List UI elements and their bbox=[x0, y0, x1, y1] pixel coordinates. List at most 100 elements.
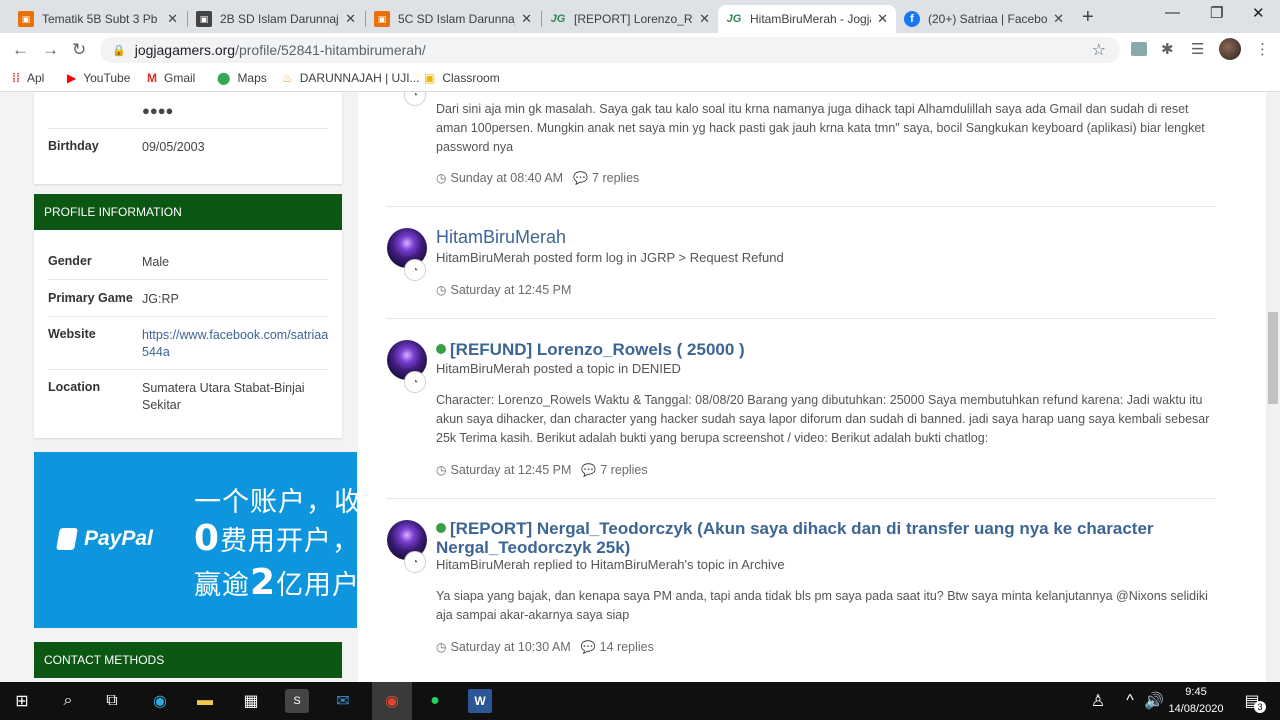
jg-icon: JG bbox=[550, 13, 566, 25]
bookmark-darunnajah[interactable]: ♨ DARUNNAJAH | UJI... bbox=[282, 71, 420, 85]
edge-icon[interactable]: ◉ bbox=[148, 689, 172, 713]
close-icon[interactable]: ✕ bbox=[345, 11, 356, 27]
feed-item: ◔ [REPORT] Nergal_Teodorczyk (Akun saya … bbox=[386, 518, 1216, 682]
windows-start-icon[interactable]: ⊞ bbox=[10, 689, 34, 713]
website-link[interactable]: https://www.facebook.com/satriaa544a bbox=[142, 327, 332, 361]
tab-hitambirumerah[interactable]: JG HitamBiruMerah - Jogja ✕ bbox=[718, 5, 896, 33]
profile-information-header: PROFILE INFORMATION bbox=[34, 194, 342, 230]
feed-item: ◔ HitamBiruMerah HitamBiruMerah posted f… bbox=[386, 226, 1216, 316]
bookmark-star-icon[interactable]: ☆ bbox=[1092, 40, 1106, 60]
close-icon[interactable]: ✕ bbox=[167, 11, 178, 27]
unread-dot-icon bbox=[436, 344, 446, 354]
windows-taskbar: ⊞ ⌕ ⧉ ◉ ▬ ▦ S ✉ ◉ ● W ♙ ^ 🔊 9:45 14/08/2… bbox=[0, 682, 1280, 720]
scrollbar-thumb[interactable] bbox=[1268, 312, 1278, 404]
profile-information-card: Gender Male Primary Game JG:RP Website h… bbox=[34, 230, 342, 438]
show-hidden-icons-icon[interactable]: ^ bbox=[1118, 689, 1142, 713]
chrome-icon[interactable]: ◉ bbox=[372, 682, 412, 720]
comment-badge-icon: ◔ bbox=[404, 259, 426, 281]
maps-pin-icon: ⬤ bbox=[217, 71, 231, 85]
browser-tab-strip: ▣ Tematik 5B Subt 3 Pb 3 - ✕ ▣ 2B SD Isl… bbox=[0, 0, 1280, 33]
timestamp[interactable]: Sunday at 08:40 AM bbox=[450, 171, 563, 185]
feed-item: ◔ Dari sini aja min gk masalah. Saya gak… bbox=[386, 92, 1216, 207]
window-close-icon[interactable]: ✕ bbox=[1252, 4, 1265, 22]
feed-item: ◔ [REFUND] Lorenzo_Rowels ( 25000 ) Hita… bbox=[386, 338, 1216, 488]
comment-badge-icon: ◔ bbox=[404, 92, 426, 106]
url-bar[interactable]: 🔒 jogjagamers.org/profile/52841-hitambir… bbox=[100, 37, 1120, 63]
extensions-puzzle-icon[interactable]: ✱ bbox=[1161, 40, 1174, 58]
contact-methods-header: CONTACT METHODS bbox=[34, 642, 342, 678]
spotify-icon[interactable]: ● bbox=[423, 689, 447, 713]
youtube-icon: ▶ bbox=[67, 71, 77, 85]
paypal-p-icon: P bbox=[56, 528, 78, 550]
clock-time[interactable]: 9:45 bbox=[1166, 686, 1226, 698]
word-icon[interactable]: W bbox=[468, 689, 492, 713]
task-view-icon[interactable]: ⧉ bbox=[100, 689, 124, 713]
paypal-advertisement[interactable]: PPayPal 一个账户，收 0费用开户， 赢逾2亿用户 bbox=[34, 452, 357, 628]
feed-item-title[interactable]: [REFUND] Lorenzo_Rowels ( 25000 ) bbox=[436, 340, 745, 359]
notification-count: 3 bbox=[1254, 701, 1266, 713]
classroom-icon: ▣ bbox=[424, 71, 436, 85]
forward-icon[interactable]: → bbox=[42, 40, 59, 60]
page-scrollbar[interactable] bbox=[1266, 92, 1280, 682]
volume-icon[interactable]: 🔊 bbox=[1142, 689, 1166, 713]
close-icon[interactable]: ✕ bbox=[699, 11, 710, 27]
comment-icon: 💬 bbox=[580, 640, 596, 654]
restore-icon[interactable]: ❐ bbox=[1210, 4, 1223, 22]
profile-avatar[interactable] bbox=[1219, 38, 1241, 60]
bookmark-gmail[interactable]: M Gmail bbox=[147, 71, 195, 85]
reading-list-icon[interactable]: ☰ bbox=[1191, 40, 1204, 58]
address-toolbar: ← → ↻ 🔒 jogjagamers.org/profile/52841-hi… bbox=[0, 33, 1280, 66]
people-icon[interactable]: ♙ bbox=[1086, 689, 1110, 713]
close-icon[interactable]: ✕ bbox=[877, 11, 888, 27]
reply-count: 7 replies bbox=[592, 171, 640, 185]
activity-feed: ◔ Dari sini aja min gk masalah. Saya gak… bbox=[358, 92, 1266, 682]
bookmark-classroom[interactable]: ▣ Classroom bbox=[424, 71, 500, 85]
back-icon[interactable]: ← bbox=[12, 40, 29, 60]
comment-badge-icon: ◔ bbox=[404, 371, 426, 393]
lock-icon: 🔒 bbox=[112, 44, 126, 57]
reply-count: 14 replies bbox=[599, 640, 654, 654]
timestamp[interactable]: Saturday at 10:30 AM bbox=[450, 640, 570, 654]
bookmark-apps[interactable]: ⁞⁞ Apl bbox=[12, 71, 44, 85]
tab-facebook[interactable]: f (20+) Satriaa | Facebook ✕ bbox=[896, 5, 1072, 33]
clock-date[interactable]: 14/08/2020 bbox=[1166, 703, 1226, 715]
reply-count: 7 replies bbox=[600, 463, 648, 477]
account-card: ●●●● Birthday 09/05/2003 bbox=[34, 92, 342, 184]
clock-icon: ◷ bbox=[436, 640, 447, 654]
page-content: ●●●● Birthday 09/05/2003 PROFILE INFORMA… bbox=[0, 92, 1280, 682]
search-icon[interactable]: ⌕ bbox=[56, 689, 80, 713]
jg-icon: JG bbox=[726, 13, 742, 25]
feed-item-title[interactable]: HitamBiruMerah bbox=[436, 227, 566, 248]
close-icon[interactable]: ✕ bbox=[1053, 11, 1064, 27]
close-icon[interactable]: ✕ bbox=[521, 11, 532, 27]
feed-item-title[interactable]: [REPORT] Nergal_Teodorczyk (Akun saya di… bbox=[436, 519, 1196, 557]
facebook-icon: f bbox=[904, 11, 920, 27]
flame-icon: ♨ bbox=[282, 71, 293, 85]
file-explorer-icon[interactable]: ▬ bbox=[193, 689, 217, 713]
tab-report[interactable]: JG [REPORT] Lorenzo_Rowe ✕ bbox=[542, 5, 718, 33]
bookmark-youtube[interactable]: ▶ YouTube bbox=[67, 71, 130, 85]
gmail-icon: M bbox=[147, 71, 157, 85]
unread-dot-icon bbox=[436, 523, 446, 533]
comment-icon: 💬 bbox=[581, 463, 597, 477]
minimize-icon[interactable]: — bbox=[1165, 4, 1180, 21]
tab-tematik[interactable]: ▣ Tematik 5B Subt 3 Pb 3 - ✕ bbox=[10, 5, 186, 33]
timestamp[interactable]: Saturday at 12:45 PM bbox=[450, 283, 571, 297]
dark-doc-icon: ▣ bbox=[196, 11, 212, 27]
clock-icon: ◷ bbox=[436, 171, 447, 185]
reload-icon[interactable]: ↻ bbox=[72, 40, 86, 60]
new-tab-button[interactable]: + bbox=[1082, 6, 1094, 29]
tab-2b[interactable]: ▣ 2B SD Islam Darunnajah ✕ bbox=[188, 5, 364, 33]
tab-5c[interactable]: ▣ 5C SD Islam Darunnajah ✕ bbox=[366, 5, 540, 33]
paypal-logo: PPayPal bbox=[56, 527, 153, 551]
comment-badge-icon: ◔ bbox=[404, 551, 426, 573]
extension-image-icon[interactable] bbox=[1131, 42, 1147, 56]
bookmark-maps[interactable]: ⬤ Maps bbox=[217, 71, 267, 85]
clock-icon: ◷ bbox=[436, 283, 447, 297]
store-icon[interactable]: ▦ bbox=[239, 689, 263, 713]
timestamp[interactable]: Saturday at 12:45 PM bbox=[450, 463, 571, 477]
menu-kebab-icon[interactable]: ⋮ bbox=[1255, 40, 1270, 58]
apps-grid-icon: ⁞⁞ bbox=[12, 71, 20, 85]
mail-icon[interactable]: ✉ bbox=[331, 689, 355, 713]
app-s-icon[interactable]: S bbox=[285, 689, 309, 713]
